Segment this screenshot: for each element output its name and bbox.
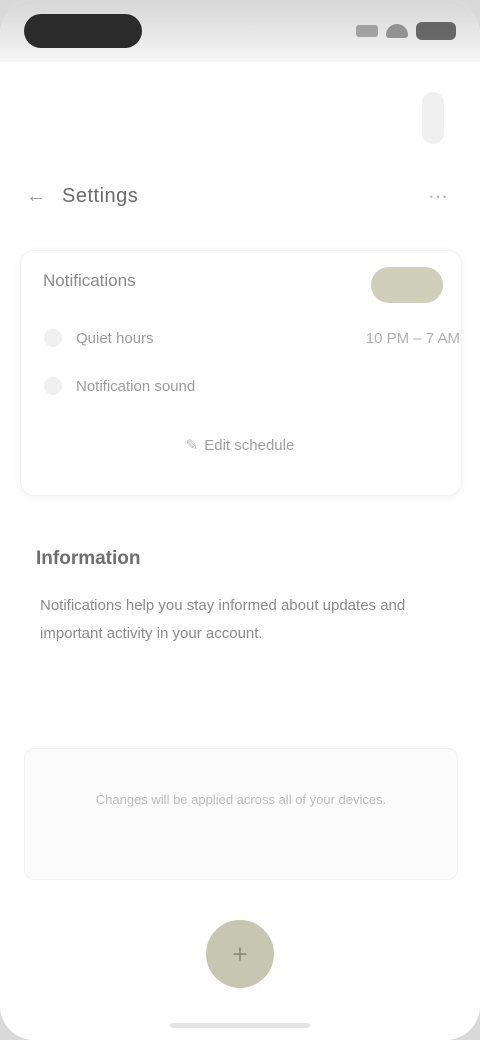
page-title: Settings <box>62 184 139 207</box>
scroll-handle[interactable] <box>422 92 444 144</box>
row-label: Notification sound <box>76 377 196 395</box>
wifi-icon <box>386 24 408 38</box>
row-value: 10 PM – 7 AM <box>365 329 460 347</box>
info-note: Changes will be applied across all of yo… <box>24 748 458 880</box>
app-screen: ← Settings ⋯ Notifications Quiet hours 1… <box>0 0 480 1040</box>
status-bar <box>0 0 480 62</box>
battery-icon <box>416 22 456 40</box>
edit-icon: ✎ <box>185 437 199 454</box>
page-header: ← Settings ⋯ <box>22 178 458 214</box>
add-button[interactable]: + <box>206 920 274 988</box>
row-label: Quiet hours <box>76 329 154 347</box>
status-icons <box>356 18 456 44</box>
more-icon[interactable]: ⋯ <box>418 182 458 210</box>
notifications-toggle[interactable] <box>371 267 443 303</box>
note-text: Changes will be applied across all of yo… <box>95 792 387 807</box>
link-label: Edit schedule <box>204 437 295 454</box>
edit-schedule-link[interactable]: ✎ Edit schedule <box>0 436 480 454</box>
card-title: Notifications <box>43 271 136 290</box>
section-title: Information <box>36 548 141 569</box>
home-indicator[interactable] <box>170 1023 310 1028</box>
status-time-pill <box>24 14 142 48</box>
radio-icon <box>44 377 62 395</box>
add-icon: + <box>232 938 248 969</box>
signal-icon <box>356 25 378 37</box>
radio-icon <box>44 329 62 347</box>
section-body: Notifications help you stay informed abo… <box>40 597 406 642</box>
list-item-sound[interactable]: Notification sound <box>44 370 460 402</box>
arrow-left-icon[interactable]: ← <box>22 182 50 210</box>
list-item-quiet-hours[interactable]: Quiet hours 10 PM – 7 AM <box>44 322 460 354</box>
